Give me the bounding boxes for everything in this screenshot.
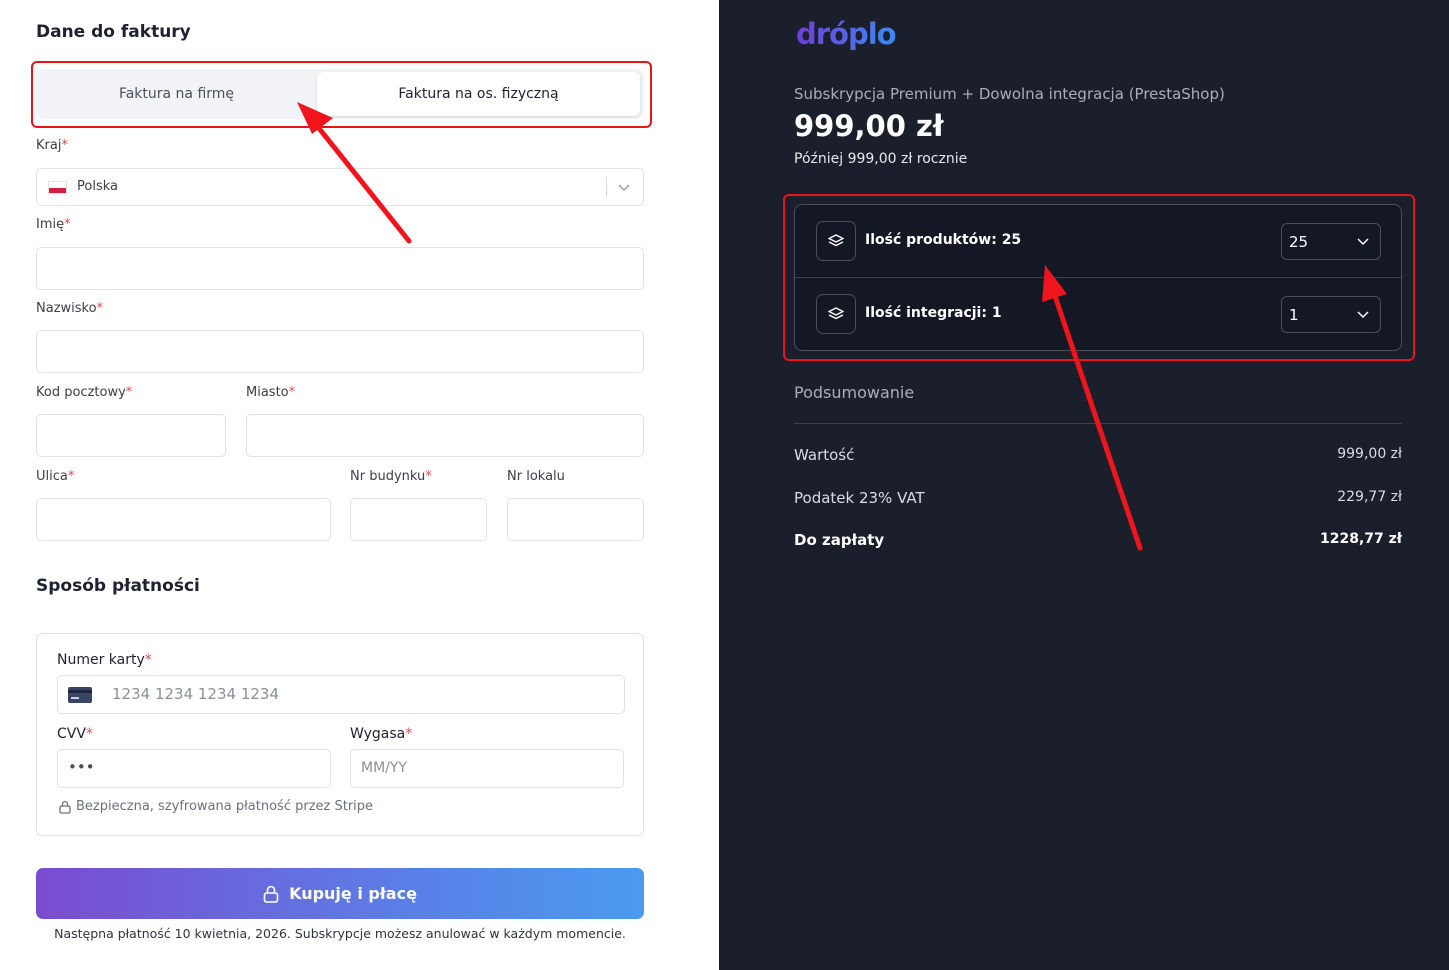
summary-divider xyxy=(794,423,1402,424)
credit-card-icon xyxy=(68,687,92,703)
lock-icon xyxy=(59,800,71,814)
card-number-placeholder: 1234 1234 1234 1234 xyxy=(112,685,279,703)
summary-row-label: Podatek 23% VAT xyxy=(794,489,925,507)
billing-title: Dane do faktury xyxy=(36,22,191,42)
card-number-label: Numer karty* xyxy=(57,652,152,668)
building-field[interactable] xyxy=(350,498,487,541)
renewal-note: Później 999,00 zł rocznie xyxy=(794,151,968,167)
plan-price: 999,00 zł xyxy=(794,109,944,143)
cvv-label: CVV* xyxy=(57,726,93,742)
cvv-field[interactable]: ••• xyxy=(57,749,331,788)
summary-row-vat: Podatek 23% VAT 229,77 zł xyxy=(794,489,1402,507)
summary-row-label: Wartość xyxy=(794,446,855,464)
postal-code-field[interactable] xyxy=(36,414,226,457)
building-label: Nr budynku* xyxy=(350,469,432,484)
street-field[interactable] xyxy=(36,498,331,541)
payment-title: Sposób płatności xyxy=(36,576,200,596)
poland-flag-icon xyxy=(48,181,67,194)
apartment-field[interactable] xyxy=(507,498,644,541)
summary-title: Podsumowanie xyxy=(794,383,915,402)
city-field[interactable] xyxy=(246,414,644,457)
summary-row-total: Do zapłaty 1228,77 zł xyxy=(794,531,1402,549)
summary-row-value: Wartość 999,00 zł xyxy=(794,446,1402,464)
billing-panel: Dane do faktury Faktura na firmę Faktura… xyxy=(0,0,719,970)
street-label: Ulica* xyxy=(36,469,75,484)
last-name-field[interactable] xyxy=(36,330,644,373)
card-number-field[interactable]: 1234 1234 1234 1234 xyxy=(57,675,625,714)
apartment-label: Nr lokalu xyxy=(507,469,565,484)
secure-note: Bezpieczna, szyfrowana płatność przez St… xyxy=(59,799,373,814)
summary-row-amount: 1228,77 zł xyxy=(1320,531,1402,547)
postal-code-label: Kod pocztowy* xyxy=(36,385,133,400)
payment-card-box: Numer karty* 1234 1234 1234 1234 CVV* ••… xyxy=(36,633,644,836)
cvv-placeholder: ••• xyxy=(68,758,95,776)
highlight-box-toggle xyxy=(31,61,652,128)
summary-row-label: Do zapłaty xyxy=(794,531,885,549)
droplo-logo: dróplo xyxy=(796,17,897,51)
secure-note-text: Bezpieczna, szyfrowana płatność przez St… xyxy=(76,799,374,814)
first-name-field[interactable] xyxy=(36,247,644,290)
first-name-label: Imię* xyxy=(36,217,71,232)
plan-name: Subskrypcja Premium + Dowolna integracja… xyxy=(794,85,1225,103)
last-name-label: Nazwisko* xyxy=(36,301,104,316)
next-payment-note: Następna płatność 10 kwietnia, 2026. Sub… xyxy=(54,926,626,941)
country-select[interactable]: Polska xyxy=(36,168,644,206)
summary-row-amount: 999,00 zł xyxy=(1337,446,1402,462)
highlight-box-options xyxy=(783,194,1415,361)
select-separator xyxy=(606,177,607,197)
country-value: Polska xyxy=(77,179,118,194)
expiry-label: Wygasa* xyxy=(350,726,413,742)
lock-icon xyxy=(263,885,279,903)
city-label: Miasto* xyxy=(246,385,296,400)
expiry-placeholder: MM/YY xyxy=(361,760,407,776)
country-label: Kraj* xyxy=(36,138,68,153)
expiry-field[interactable]: MM/YY xyxy=(350,749,624,788)
summary-row-amount: 229,77 zł xyxy=(1337,489,1402,505)
order-summary-panel: dróplo Subskrypcja Premium + Dowolna int… xyxy=(719,0,1449,970)
chevron-down-icon xyxy=(618,184,630,192)
buy-button-label: Kupuję i płacę xyxy=(289,884,417,903)
buy-and-pay-button[interactable]: Kupuję i płacę xyxy=(36,868,644,919)
